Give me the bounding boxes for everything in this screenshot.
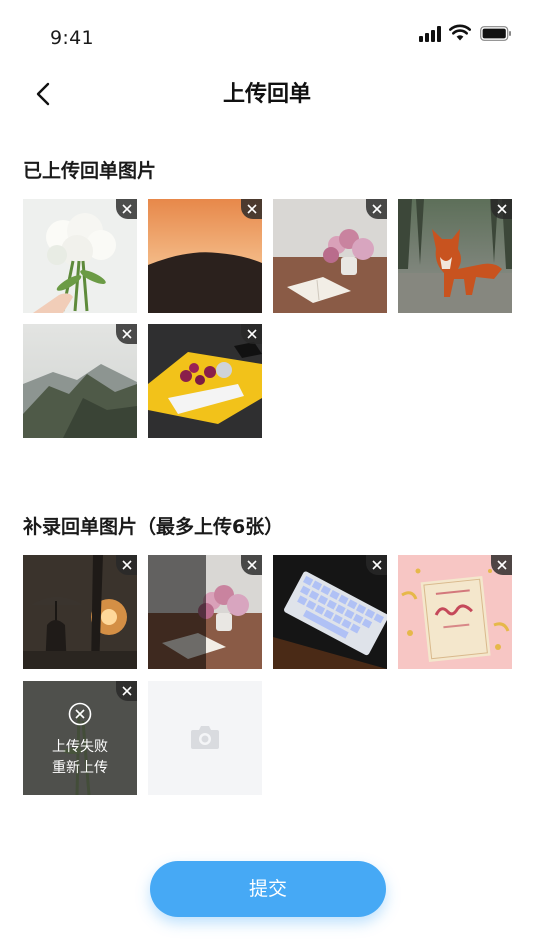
submit-button[interactable]: 提交 <box>150 861 386 917</box>
supplement-image-2[interactable] <box>148 555 262 669</box>
status-bar: 9:41 <box>0 0 534 60</box>
close-icon <box>247 204 257 214</box>
status-time: 9:41 <box>50 27 94 49</box>
remove-image-button[interactable] <box>491 199 512 219</box>
uploaded-image-5[interactable] <box>23 324 137 438</box>
add-image-button[interactable] <box>148 681 262 795</box>
upload-failed-text: 上传失败 <box>52 739 108 755</box>
uploaded-image-2[interactable] <box>148 199 262 313</box>
remove-image-button[interactable] <box>116 199 137 219</box>
remove-image-button[interactable] <box>116 555 137 575</box>
uploaded-image-3[interactable] <box>273 199 387 313</box>
uploaded-image-6[interactable] <box>148 324 262 438</box>
uploaded-section-title: 已上传回单图片 <box>23 160 157 182</box>
failed-x-circle-icon[interactable] <box>68 702 92 726</box>
nav-bar: 上传回单 <box>0 64 534 120</box>
close-icon <box>247 329 257 339</box>
remove-image-button[interactable] <box>241 555 262 575</box>
supplement-image-3[interactable] <box>273 555 387 669</box>
page-title: 上传回单 <box>222 82 311 107</box>
camera-icon <box>191 726 219 749</box>
close-icon <box>122 686 132 696</box>
close-icon <box>247 560 257 570</box>
cellular-signal-icon <box>419 26 443 42</box>
supplement-image-5-failed[interactable]: 上传失败 重新上传 <box>23 681 137 795</box>
remove-image-button[interactable] <box>241 324 262 344</box>
remove-image-button[interactable] <box>241 199 262 219</box>
close-icon <box>122 329 132 339</box>
supplement-image-1[interactable] <box>23 555 137 669</box>
battery-icon <box>480 26 511 41</box>
close-icon <box>122 204 132 214</box>
remove-image-button[interactable] <box>491 555 512 575</box>
remove-image-button[interactable] <box>116 324 137 344</box>
close-icon <box>497 204 507 214</box>
uploaded-image-1[interactable] <box>23 199 137 313</box>
uploaded-image-4[interactable] <box>398 199 512 313</box>
close-icon <box>372 560 382 570</box>
close-icon <box>122 560 132 570</box>
close-icon <box>497 560 507 570</box>
wifi-icon <box>449 24 471 41</box>
reupload-link[interactable]: 重新上传 <box>23 757 137 777</box>
remove-image-button[interactable] <box>366 199 387 219</box>
remove-image-button[interactable] <box>366 555 387 575</box>
supplement-section-title: 补录回单图片（最多上传6张） <box>23 516 284 538</box>
close-icon <box>372 204 382 214</box>
remove-image-button[interactable] <box>116 681 137 701</box>
supplement-image-4[interactable] <box>398 555 512 669</box>
